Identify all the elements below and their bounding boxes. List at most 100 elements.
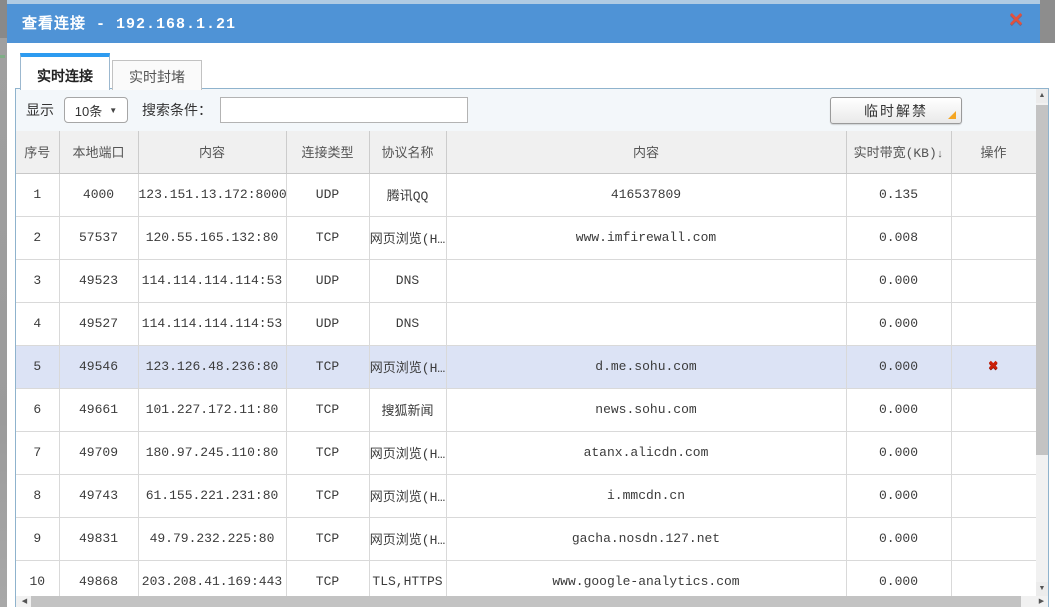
cell-protocol-name: DNS — [369, 259, 446, 302]
column-header-conn-type[interactable]: 连接类型 — [286, 131, 369, 173]
cell-no: 2 — [16, 216, 59, 259]
cell-conn-type: TCP — [286, 474, 369, 517]
show-label: 显示 — [26, 100, 54, 120]
cell-protocol-name: DNS — [369, 302, 446, 345]
page-size-select[interactable]: 10条 ▼ — [64, 97, 128, 123]
cell-bandwidth: 0.000 — [846, 431, 951, 474]
cell-content: 416537809 — [446, 173, 846, 216]
cell-protocol-name: 网页浏览(H… — [369, 517, 446, 560]
cell-action — [951, 560, 1036, 597]
cell-bandwidth: 0.135 — [846, 173, 951, 216]
background-fragment — [0, 55, 5, 58]
cell-content: 101.227.172.11:80 — [138, 388, 286, 431]
cell-no: 10 — [16, 560, 59, 597]
cell-content: 123.126.48.236:80 — [138, 345, 286, 388]
cell-protocol-name: 网页浏览(H… — [369, 474, 446, 517]
cell-local-port: 49868 — [59, 560, 138, 597]
cell-conn-type: UDP — [286, 173, 369, 216]
cell-content: gacha.nosdn.127.net — [446, 517, 846, 560]
table-row[interactable]: 84974361.155.221.231:80TCP网页浏览(H…i.mmcdn… — [16, 474, 1036, 517]
cell-local-port: 57537 — [59, 216, 138, 259]
cell-action — [951, 259, 1036, 302]
cell-bandwidth: 0.000 — [846, 517, 951, 560]
column-header-local-port[interactable]: 本地端口 — [59, 131, 138, 173]
tab-realtime-blocking[interactable]: 实时封堵 — [112, 60, 202, 90]
cell-conn-type: TCP — [286, 517, 369, 560]
cell-local-port: 49831 — [59, 517, 138, 560]
cell-conn-type: UDP — [286, 259, 369, 302]
table-row[interactable]: 349523114.114.114.114:53UDPDNS0.000 — [16, 259, 1036, 302]
scroll-right-icon[interactable]: ▶ — [1035, 596, 1048, 607]
view-connections-dialog: 查看连接 - 192.168.1.21 ✕ 实时连接 实时封堵 显示 10条 ▼… — [7, 0, 1055, 607]
column-header-content[interactable]: 内容 — [446, 131, 846, 173]
background-page-corner — [1040, 0, 1055, 43]
close-icon[interactable]: ✕ — [1008, 11, 1024, 30]
scroll-up-icon[interactable]: ▲ — [1036, 89, 1048, 103]
cell-conn-type: UDP — [286, 302, 369, 345]
table-row[interactable]: 1049868203.208.41.169:443TCPTLS,HTTPSwww… — [16, 560, 1036, 597]
corner-fold-icon — [948, 111, 956, 119]
connections-table: 序号本地端口内容连接类型协议名称内容实时带宽(KB)↓操作 14000123.1… — [16, 131, 1036, 597]
vertical-scrollbar[interactable]: ▲ ▼ — [1036, 89, 1048, 596]
cell-protocol-name: 网页浏览(H… — [369, 216, 446, 259]
table-controls: 显示 10条 ▼ 搜索条件： 临时解禁 — [16, 89, 1048, 131]
table-row[interactable]: 549546123.126.48.236:80TCP网页浏览(H…d.me.so… — [16, 345, 1036, 388]
horizontal-scrollbar[interactable]: ◀ ▶ — [16, 596, 1048, 607]
cell-conn-type: TCP — [286, 388, 369, 431]
table-row[interactable]: 14000123.151.13.172:8000UDP腾讯QQ416537809… — [16, 173, 1036, 216]
horizontal-scrollbar-thumb[interactable] — [31, 596, 1021, 607]
vertical-scrollbar-thumb[interactable] — [1036, 105, 1048, 455]
cell-local-port: 4000 — [59, 173, 138, 216]
cell-bandwidth: 0.000 — [846, 259, 951, 302]
cell-content: 114.114.114.114:53 — [138, 302, 286, 345]
chevron-down-icon: ▼ — [109, 106, 117, 115]
cell-action — [951, 173, 1036, 216]
cell-bandwidth: 0.000 — [846, 345, 951, 388]
cell-content — [446, 259, 846, 302]
table-row[interactable]: 749709180.97.245.110:80TCP网页浏览(H…atanx.a… — [16, 431, 1036, 474]
search-input[interactable] — [220, 97, 468, 123]
cell-content: 180.97.245.110:80 — [138, 431, 286, 474]
table-header-row: 序号本地端口内容连接类型协议名称内容实时带宽(KB)↓操作 — [16, 131, 1036, 173]
cell-no: 5 — [16, 345, 59, 388]
cell-conn-type: TCP — [286, 431, 369, 474]
cell-local-port: 49709 — [59, 431, 138, 474]
table-row[interactable]: 94983149.79.232.225:80TCP网页浏览(H…gacha.no… — [16, 517, 1036, 560]
column-header-no[interactable]: 序号 — [16, 131, 59, 173]
table-row[interactable]: 449527114.114.114.114:53UDPDNS0.000 — [16, 302, 1036, 345]
cell-no: 1 — [16, 173, 59, 216]
temporary-unban-button[interactable]: 临时解禁 — [830, 97, 962, 124]
cell-local-port: 49523 — [59, 259, 138, 302]
sort-descending-icon: ↓ — [937, 149, 944, 161]
cell-bandwidth: 0.000 — [846, 560, 951, 597]
column-header-content[interactable]: 内容 — [138, 131, 286, 173]
column-header-action[interactable]: 操作 — [951, 131, 1036, 173]
cell-no: 4 — [16, 302, 59, 345]
cell-content: d.me.sohu.com — [446, 345, 846, 388]
scroll-left-icon[interactable]: ◀ — [18, 596, 31, 607]
cell-bandwidth: 0.000 — [846, 474, 951, 517]
cell-content: www.google-analytics.com — [446, 560, 846, 597]
cell-conn-type: TCP — [286, 345, 369, 388]
content-panel: 显示 10条 ▼ 搜索条件： 临时解禁 序号本地端口内容连接类型协议名称内容实时… — [15, 88, 1049, 607]
table-row[interactable]: 649661101.227.172.11:80TCP搜狐新闻news.sohu.… — [16, 388, 1036, 431]
cell-protocol-name: 搜狐新闻 — [369, 388, 446, 431]
cell-content: 61.155.221.231:80 — [138, 474, 286, 517]
cell-content: atanx.alicdn.com — [446, 431, 846, 474]
dialog-title: 查看连接 - 192.168.1.21 — [22, 12, 236, 33]
cell-no: 8 — [16, 474, 59, 517]
column-header-protocol-name[interactable]: 协议名称 — [369, 131, 446, 173]
tab-realtime-connections[interactable]: 实时连接 — [20, 53, 110, 90]
cell-action: ✖ — [951, 345, 1036, 388]
dialog-titlebar: 查看连接 - 192.168.1.21 ✕ — [7, 0, 1040, 43]
cell-no: 6 — [16, 388, 59, 431]
scroll-down-icon[interactable]: ▼ — [1036, 582, 1048, 596]
cell-local-port: 49661 — [59, 388, 138, 431]
cell-content: news.sohu.com — [446, 388, 846, 431]
table-row[interactable]: 257537120.55.165.132:80TCP网页浏览(H…www.imf… — [16, 216, 1036, 259]
cell-content: 120.55.165.132:80 — [138, 216, 286, 259]
cell-bandwidth: 0.008 — [846, 216, 951, 259]
delete-connection-icon[interactable]: ✖ — [988, 358, 998, 377]
column-header-bandwidth[interactable]: 实时带宽(KB)↓ — [846, 131, 951, 173]
cell-local-port: 49546 — [59, 345, 138, 388]
